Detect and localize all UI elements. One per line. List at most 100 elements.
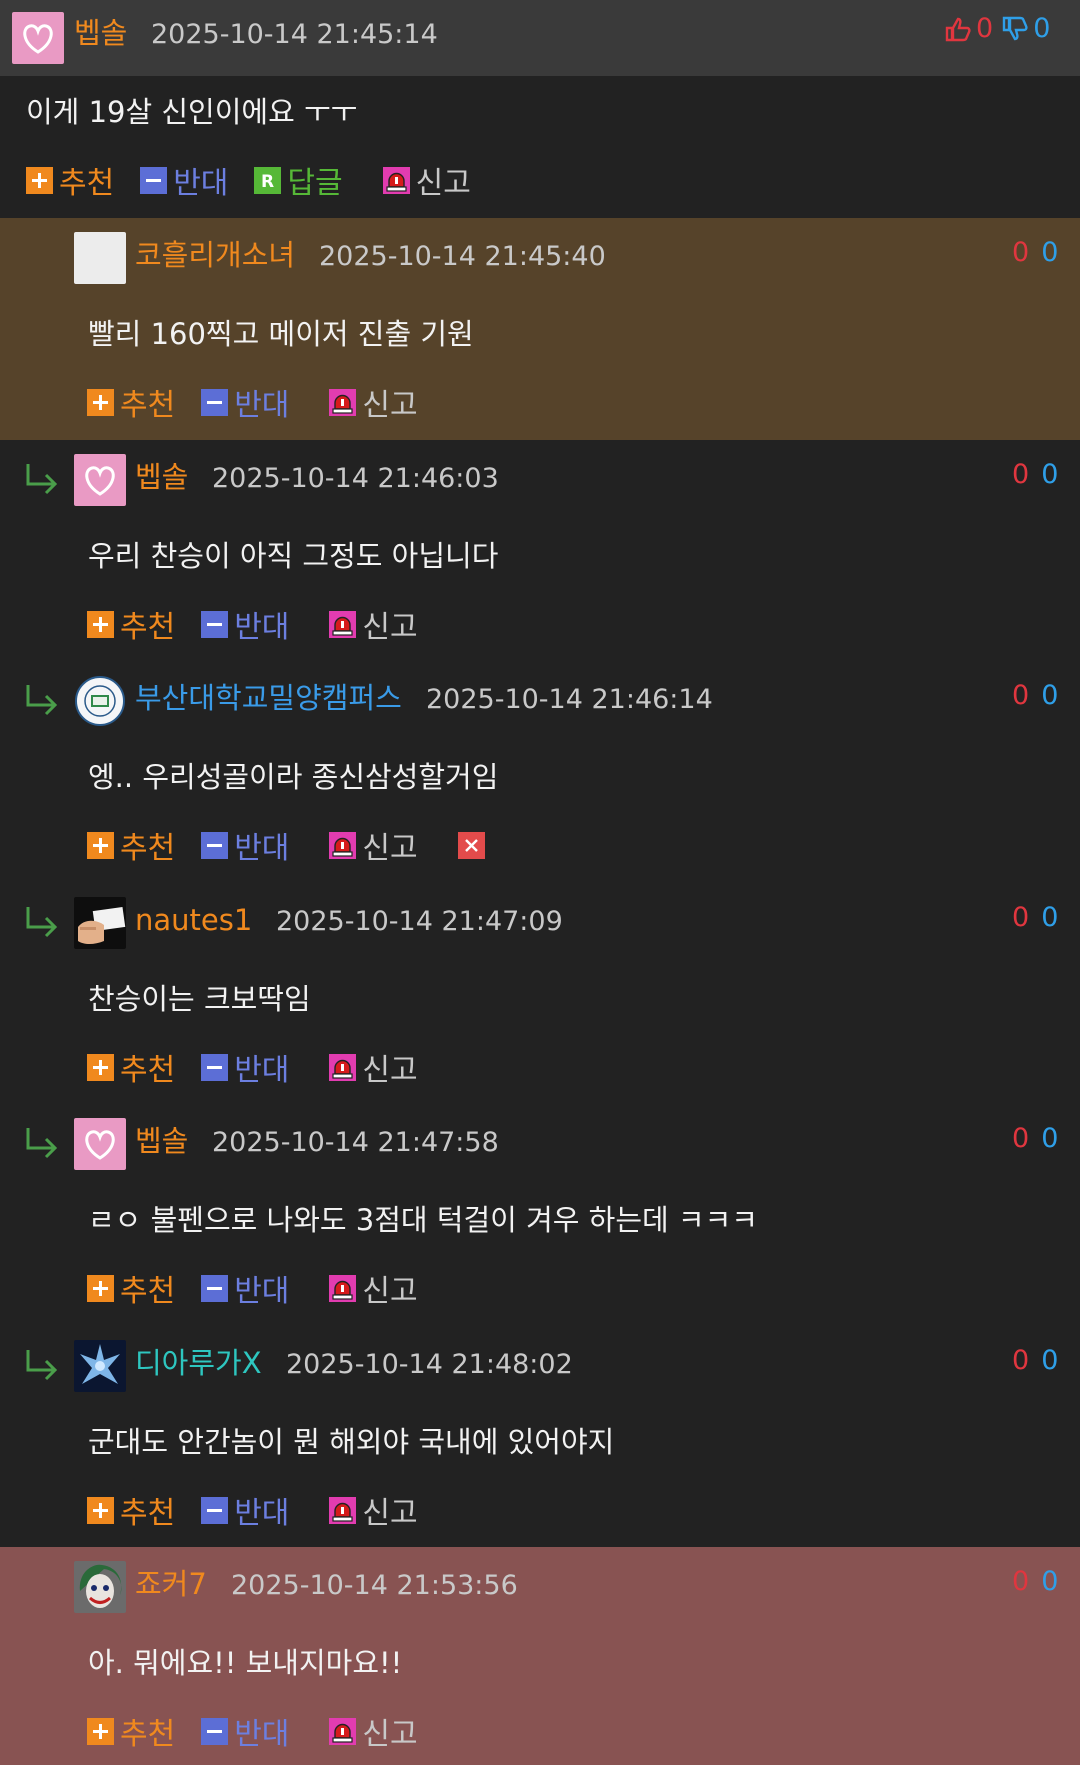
- report-label: 신고: [362, 1053, 418, 1088]
- minus-icon: [140, 166, 168, 194]
- reply-arrow-icon: [24, 1348, 60, 1382]
- oppose-label: 반대: [234, 1496, 290, 1531]
- comment-item: 벱솔 2025-10-14 21:47:58 0 0 ㄹㅇ 불펜으로 나와도 3점…: [0, 1104, 1080, 1326]
- comment-upvote-count[interactable]: 0: [1012, 681, 1029, 711]
- comment-author[interactable]: 벱솔: [135, 1124, 188, 1158]
- comment-content: 찬승이는 크보딱임: [88, 982, 311, 1016]
- oppose-button[interactable]: 반대: [201, 823, 289, 867]
- post-votes: 0 0: [944, 14, 1050, 44]
- comment-timestamp: 2025-10-14 21:53:56: [231, 1570, 518, 1601]
- dragon-avatar[interactable]: [74, 1340, 126, 1392]
- report-label: 신고: [362, 610, 418, 645]
- report-button[interactable]: 신고: [329, 1266, 418, 1310]
- comment-content: 아. 뭐에요!! 보내지마요!!: [88, 1646, 403, 1680]
- comment-upvote-count[interactable]: 0: [1012, 1346, 1029, 1376]
- recommend-button[interactable]: 추천: [26, 158, 114, 202]
- oppose-button[interactable]: 반대: [201, 1045, 289, 1089]
- oppose-label: 반대: [173, 166, 229, 201]
- recommend-label: 추천: [120, 1274, 176, 1309]
- comment-author[interactable]: 죠커7: [135, 1567, 207, 1601]
- comment-actions: 추천 반대 신고: [87, 602, 418, 646]
- siren-icon: [329, 831, 357, 859]
- comment-author[interactable]: nautes1: [135, 903, 252, 937]
- report-label: 신고: [362, 1717, 418, 1752]
- recommend-button[interactable]: 추천: [87, 380, 175, 424]
- comment-item: 부산대학교밀양캠퍼스 2025-10-14 21:46:14 0 0 엥.. 우리…: [0, 661, 1080, 883]
- post-header: 벱솔 2025-10-14 21:45:14 0 0: [0, 0, 1080, 76]
- recommend-button[interactable]: 추천: [87, 1709, 175, 1753]
- comment-actions: 추천 반대 신고: [87, 1709, 418, 1753]
- comment-upvote-count[interactable]: 0: [1012, 903, 1029, 933]
- reply-label: 답글: [287, 166, 343, 201]
- comment-timestamp: 2025-10-14 21:46:14: [426, 684, 713, 715]
- comment-author[interactable]: 디아루가X: [135, 1346, 262, 1380]
- reply-button[interactable]: R 답글: [254, 158, 343, 202]
- recommend-label: 추천: [120, 1717, 176, 1752]
- comment-item: 디아루가X 2025-10-14 21:48:02 0 0 군대도 안간놈이 뭔 …: [0, 1326, 1080, 1548]
- blank-avatar[interactable]: [74, 232, 126, 284]
- comment-downvote-count[interactable]: 0: [1041, 1124, 1058, 1154]
- comment-timestamp: 2025-10-14 21:48:02: [286, 1349, 573, 1380]
- report-button[interactable]: 신고: [329, 1045, 418, 1089]
- oppose-label: 반대: [234, 1274, 290, 1309]
- recommend-button[interactable]: 추천: [87, 823, 175, 867]
- recommend-button[interactable]: 추천: [87, 602, 175, 646]
- report-button[interactable]: 신고: [329, 1709, 418, 1753]
- report-label: 신고: [362, 388, 418, 423]
- comment-downvote-count[interactable]: 0: [1041, 1567, 1058, 1597]
- heart-avatar[interactable]: [74, 454, 126, 506]
- comment-downvote-count[interactable]: 0: [1041, 460, 1058, 490]
- comment-timestamp: 2025-10-14 21:46:03: [212, 463, 499, 494]
- post-actions: 추천 반대 R 답글 신고: [26, 158, 471, 202]
- recommend-button[interactable]: 추천: [87, 1045, 175, 1089]
- comment-upvote-count[interactable]: 0: [1012, 1124, 1029, 1154]
- comment-actions: 추천 반대 신고: [87, 1266, 418, 1310]
- comment-downvote-count[interactable]: 0: [1041, 1346, 1058, 1376]
- oppose-button[interactable]: 반대: [201, 1488, 289, 1532]
- comment-downvote-count[interactable]: 0: [1041, 903, 1058, 933]
- report-button[interactable]: 신고: [329, 602, 418, 646]
- siren-icon: [329, 388, 357, 416]
- delete-button[interactable]: [457, 831, 485, 859]
- report-button[interactable]: 신고: [329, 380, 418, 424]
- thumbs-down-icon[interactable]: [1001, 15, 1029, 43]
- recommend-button[interactable]: 추천: [87, 1488, 175, 1532]
- report-button[interactable]: 신고: [329, 1488, 418, 1532]
- plus-icon: [87, 610, 114, 638]
- report-button[interactable]: 신고: [329, 823, 418, 867]
- comment-actions: 추천 반대 신고: [87, 1488, 418, 1532]
- comment-votes: 0 0: [1012, 238, 1058, 268]
- oppose-button[interactable]: 반대: [201, 602, 289, 646]
- comment-upvote-count[interactable]: 0: [1012, 238, 1029, 268]
- comment-author[interactable]: 부산대학교밀양캠퍼스: [135, 681, 402, 715]
- plus-icon: [87, 388, 114, 416]
- siren-icon: [329, 610, 357, 638]
- recommend-button[interactable]: 추천: [87, 1266, 175, 1310]
- comment-content: 우리 찬승이 아직 그정도 아닙니다: [88, 539, 499, 573]
- report-label: 신고: [362, 1496, 418, 1531]
- comment-author[interactable]: 벱솔: [135, 460, 188, 494]
- minus-icon: [201, 1274, 229, 1302]
- post-author[interactable]: 벱솔: [74, 16, 127, 50]
- author-avatar[interactable]: [12, 12, 64, 64]
- plus-icon: [87, 831, 114, 859]
- hand-card-avatar[interactable]: [74, 897, 126, 949]
- report-button[interactable]: 신고: [382, 158, 471, 202]
- comment-upvote-count[interactable]: 0: [1012, 1567, 1029, 1597]
- oppose-button[interactable]: 반대: [201, 1709, 289, 1753]
- comment-upvote-count[interactable]: 0: [1012, 460, 1029, 490]
- heart-avatar[interactable]: [74, 1118, 126, 1170]
- thumbs-up-icon[interactable]: [944, 15, 972, 43]
- siren-icon: [329, 1496, 357, 1524]
- oppose-button[interactable]: 반대: [201, 380, 289, 424]
- post-downvote-count: 0: [1033, 13, 1051, 44]
- post-upvote-count: 0: [976, 13, 994, 44]
- comment-actions: 추천 반대 신고: [87, 1045, 418, 1089]
- comment-author[interactable]: 코흘리개소녀: [135, 238, 295, 272]
- comment-downvote-count[interactable]: 0: [1041, 238, 1058, 268]
- oppose-button[interactable]: 반대: [201, 1266, 289, 1310]
- joker-avatar[interactable]: [74, 1561, 126, 1613]
- oppose-button[interactable]: 반대: [140, 158, 228, 202]
- comment-downvote-count[interactable]: 0: [1041, 681, 1058, 711]
- university-seal-avatar[interactable]: [74, 675, 126, 727]
